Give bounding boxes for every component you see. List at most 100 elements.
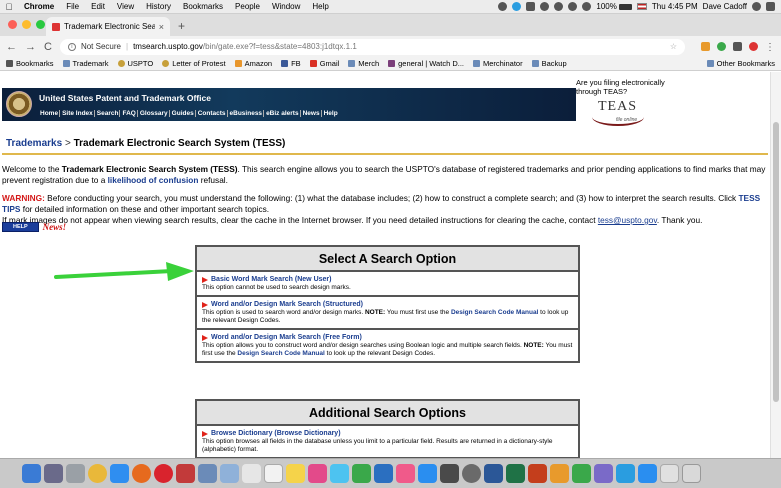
menubar-clock[interactable]: Thu 4:45 PM	[652, 2, 698, 11]
bookmark-bookmarks[interactable]: Bookmarks	[6, 59, 54, 68]
calendar-icon[interactable]	[264, 464, 283, 483]
forward-button[interactable]: →	[25, 41, 36, 53]
security-label[interactable]: Not Secure	[81, 42, 121, 51]
maps-icon[interactable]	[374, 464, 393, 483]
input-source-flag-icon[interactable]	[636, 3, 647, 10]
nav-home[interactable]: Home	[39, 110, 61, 117]
music-icon[interactable]	[396, 464, 415, 483]
help-button[interactable]: HELP	[2, 222, 39, 232]
nav-guides[interactable]: Guides	[171, 110, 196, 117]
menu-help[interactable]: Help	[306, 2, 334, 11]
nav-glossary[interactable]: Glossary	[139, 110, 170, 117]
numbers-icon[interactable]	[440, 464, 459, 483]
minimize-window-icon[interactable]	[22, 20, 31, 29]
skype-dock-icon[interactable]	[616, 464, 635, 483]
finder-icon[interactable]	[22, 464, 41, 483]
likelihood-of-confusion-link[interactable]: likelihood of confusion	[108, 175, 199, 185]
address-bar[interactable]: i Not Secure | tmsearch.uspto.gov/bin/ga…	[59, 38, 685, 55]
menu-edit[interactable]: Edit	[85, 2, 111, 11]
design-search-code-manual-link[interactable]: Design Search Code Manual	[451, 309, 538, 316]
breadcrumb-trademarks-link[interactable]: Trademarks	[6, 138, 62, 149]
nav-ebiz-alerts[interactable]: eBiz alerts	[265, 110, 301, 117]
close-window-icon[interactable]	[8, 20, 17, 29]
tab-tess[interactable]: Trademark Electronic Search S ×	[46, 17, 170, 36]
facetime-icon[interactable]	[352, 464, 371, 483]
dropbox-icon[interactable]	[498, 2, 508, 11]
nav-contacts[interactable]: Contacts	[197, 110, 228, 117]
page-scrollbar[interactable]	[770, 72, 781, 458]
photos-browser-icon[interactable]	[198, 464, 217, 483]
wifi-icon[interactable]	[568, 2, 578, 11]
menu-view[interactable]: View	[111, 2, 140, 11]
free-form-search-link[interactable]: Word and/or Design Mark Search (Free For…	[211, 334, 362, 342]
bookmark-merch[interactable]: Merch	[348, 59, 379, 68]
skype-icon[interactable]	[512, 2, 522, 11]
word-icon[interactable]	[484, 464, 503, 483]
back-button[interactable]: ←	[6, 41, 17, 53]
discord-icon[interactable]	[594, 464, 613, 483]
apple-menu-icon[interactable]: 	[0, 2, 18, 12]
mail-stamp-icon[interactable]	[176, 464, 195, 483]
basic-word-mark-search-link[interactable]: Basic Word Mark Search (New User)	[211, 276, 331, 284]
bookmark-star-icon[interactable]: ☆	[670, 42, 677, 51]
battery-indicator[interactable]: 100%	[596, 2, 632, 11]
chrome-icon[interactable]	[88, 464, 107, 483]
safari-icon[interactable]	[110, 464, 129, 483]
messages-icon[interactable]	[330, 464, 349, 483]
info-icon[interactable]: i	[67, 42, 76, 51]
bluetooth-icon[interactable]	[554, 2, 564, 11]
app-store-2-icon[interactable]	[638, 464, 657, 483]
nav-site-index[interactable]: Site Index	[61, 110, 95, 117]
contacts-icon[interactable]	[242, 464, 261, 483]
siri-icon[interactable]	[44, 464, 63, 483]
notes-icon[interactable]	[286, 464, 305, 483]
nav-news[interactable]: News	[302, 110, 322, 117]
close-tab-icon[interactable]: ×	[159, 22, 164, 32]
preview-icon[interactable]	[220, 464, 239, 483]
trash-icon[interactable]	[682, 464, 701, 483]
tess-email-link[interactable]: tess@uspto.gov	[598, 215, 657, 225]
bookmark-uspto[interactable]: USPTO	[117, 59, 153, 68]
bookmark-gmail[interactable]: Gmail	[309, 59, 339, 68]
volume-icon[interactable]	[582, 2, 592, 11]
profile-avatar-icon[interactable]	[749, 42, 758, 51]
nav-help[interactable]: Help	[323, 110, 339, 117]
scrollbar-thumb[interactable]	[773, 122, 779, 402]
zoom-window-icon[interactable]	[36, 20, 45, 29]
ibooks-icon[interactable]	[550, 464, 569, 483]
menu-history[interactable]: History	[140, 2, 177, 11]
design-search-code-manual-link[interactable]: Design Search Code Manual	[237, 350, 324, 357]
reload-button[interactable]: C	[44, 41, 52, 53]
downloads-icon[interactable]	[660, 464, 679, 483]
bookmark-trademark[interactable]: Trademark	[62, 59, 109, 68]
notification-center-icon[interactable]	[766, 2, 775, 11]
record-icon[interactable]	[540, 2, 550, 11]
menu-window[interactable]: Window	[266, 2, 306, 11]
bookmark-general[interactable]: general | Watch D...	[388, 59, 464, 68]
download-extension-icon[interactable]	[701, 42, 710, 51]
chrome-menu-icon[interactable]: ⋮	[765, 42, 775, 53]
bookmark-other[interactable]: Other Bookmarks	[706, 59, 781, 68]
teas-promo[interactable]: Are you filing electronically through TE…	[576, 78, 676, 134]
camera-extension-icon[interactable]	[733, 42, 742, 51]
menubar-user[interactable]: Dave Cadoff	[703, 2, 747, 11]
menu-bookmarks[interactable]: Bookmarks	[177, 2, 229, 11]
utorrent-icon[interactable]	[572, 464, 591, 483]
menu-app-name[interactable]: Chrome	[18, 2, 60, 11]
photos-icon[interactable]	[308, 464, 327, 483]
nav-faq[interactable]: FAQ	[121, 110, 138, 117]
menu-people[interactable]: People	[229, 2, 266, 11]
app-store-icon[interactable]	[418, 464, 437, 483]
structured-search-link[interactable]: Word and/or Design Mark Search (Structur…	[211, 301, 363, 309]
bookmark-amazon[interactable]: Amazon	[234, 59, 272, 68]
nav-search[interactable]: Search	[96, 110, 121, 117]
powerpoint-icon[interactable]	[528, 464, 547, 483]
screen-icon[interactable]	[526, 2, 536, 11]
new-tab-button[interactable]: +	[178, 19, 185, 33]
browse-dictionary-link[interactable]: Browse Dictionary (Browse Dictionary)	[211, 430, 341, 438]
bookmark-letter-of-protest[interactable]: Letter of Protest	[162, 59, 226, 68]
menu-file[interactable]: File	[60, 2, 85, 11]
excel-icon[interactable]	[506, 464, 525, 483]
bookmark-fb[interactable]: FB	[281, 59, 301, 68]
nav-ebusiness[interactable]: eBusiness	[229, 110, 265, 117]
